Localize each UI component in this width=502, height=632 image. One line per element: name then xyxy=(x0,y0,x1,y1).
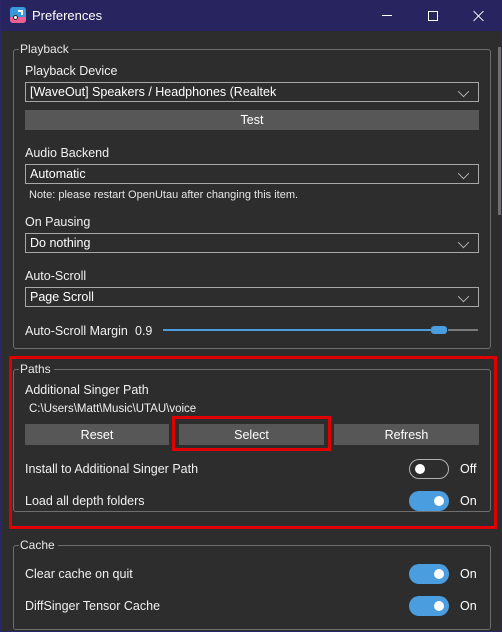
playback-device-dropdown[interactable]: [WaveOut] Speakers / Headphones (Realtek xyxy=(25,82,479,102)
playback-device-value: [WaveOut] Speakers / Headphones (Realtek xyxy=(30,85,277,99)
clear-cache-label: Clear cache on quit xyxy=(25,567,133,581)
app-logo-icon xyxy=(10,7,26,23)
chevron-down-icon xyxy=(457,167,470,180)
auto-scroll-dropdown[interactable]: Page Scroll xyxy=(25,287,479,307)
margin-slider-fill[interactable] xyxy=(163,329,431,331)
chevron-down-icon xyxy=(457,85,470,98)
playback-legend: Playback xyxy=(19,42,72,56)
depth-toggle-state: On xyxy=(460,494,477,508)
reset-button[interactable]: Reset xyxy=(25,424,169,445)
install-to-singer-path-label: Install to Additional Singer Path xyxy=(25,462,199,476)
on-pausing-label: On Pausing xyxy=(25,215,91,229)
singer-path-label: Additional Singer Path xyxy=(25,383,149,397)
test-button[interactable]: Test xyxy=(25,110,479,130)
preferences-window: Preferences Playback Playback Device [Wa… xyxy=(0,0,502,632)
load-depth-folders-toggle[interactable] xyxy=(409,491,449,511)
select-button[interactable]: Select xyxy=(179,424,324,445)
refresh-button[interactable]: Refresh xyxy=(334,424,479,445)
tensor-cache-toggle[interactable] xyxy=(409,596,449,616)
on-pausing-dropdown[interactable]: Do nothing xyxy=(25,233,479,253)
singer-path-value: C:\Users\Matt\Music\UTAU\voice xyxy=(29,403,197,415)
minimize-button[interactable] xyxy=(364,0,410,31)
install-toggle-state: Off xyxy=(460,462,477,476)
audio-backend-dropdown[interactable]: Automatic xyxy=(25,164,479,184)
load-depth-folders-label: Load all depth folders xyxy=(25,494,145,508)
margin-slider-thumb[interactable] xyxy=(431,326,447,334)
on-pausing-value: Do nothing xyxy=(30,236,91,250)
margin-slider-track[interactable] xyxy=(448,329,478,331)
playback-device-label: Playback Device xyxy=(25,64,118,78)
cache-legend: Cache xyxy=(19,538,58,552)
auto-scroll-label: Auto-Scroll xyxy=(25,269,87,283)
title-bar[interactable]: Preferences xyxy=(1,0,502,31)
paths-legend: Paths xyxy=(19,362,54,376)
chevron-down-icon xyxy=(457,290,470,303)
close-button[interactable] xyxy=(456,0,502,31)
install-to-singer-path-toggle[interactable] xyxy=(409,459,449,479)
auto-scroll-margin-label: Auto-Scroll Margin xyxy=(25,324,128,338)
audio-backend-value: Automatic xyxy=(30,167,86,181)
clear-cache-state: On xyxy=(460,567,477,581)
audio-backend-label: Audio Backend xyxy=(25,146,110,160)
tensor-cache-state: On xyxy=(460,599,477,613)
chevron-down-icon xyxy=(457,236,470,249)
maximize-button[interactable] xyxy=(410,0,456,31)
vertical-scrollbar[interactable] xyxy=(498,47,501,215)
auto-scroll-margin-value: 0.9 xyxy=(135,324,153,338)
backend-note: Note: please restart OpenUtau after chan… xyxy=(29,189,299,201)
minimize-icon xyxy=(382,15,392,16)
maximize-icon xyxy=(428,10,438,21)
tensor-cache-label: DiffSinger Tensor Cache xyxy=(25,599,161,613)
close-icon xyxy=(473,10,485,22)
clear-cache-toggle[interactable] xyxy=(409,564,449,584)
window-title: Preferences xyxy=(32,8,103,23)
cache-group: Cache xyxy=(13,538,491,630)
auto-scroll-value: Page Scroll xyxy=(30,290,94,304)
